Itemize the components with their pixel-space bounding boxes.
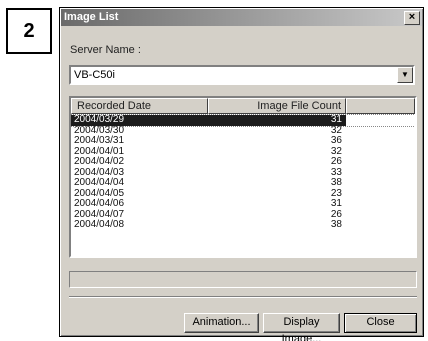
image-file-count-cell: 38	[330, 177, 342, 188]
column-header-image-file-count[interactable]: Image File Count	[208, 98, 346, 114]
recorded-date-cell: 2004/03/29	[71, 114, 208, 126]
recorded-date-cell: 2004/04/06	[74, 198, 125, 209]
list-item[interactable]: 2004/04/04 38	[71, 177, 415, 189]
server-name-select[interactable]: VB-C50i ▼	[69, 65, 415, 85]
image-file-count-cell: 33	[330, 166, 342, 178]
server-name-label: Server Name :	[70, 44, 141, 56]
recorded-date-cell: 2004/03/31	[74, 135, 125, 146]
progress-bar	[69, 271, 417, 288]
chevron-down-icon[interactable]: ▼	[397, 67, 413, 83]
recorded-date-cell: 2004/04/02	[74, 156, 125, 167]
list-item[interactable]: 2004/03/31 36	[71, 135, 415, 147]
separator	[69, 296, 417, 298]
column-header-blank[interactable]	[346, 98, 415, 114]
list-header: Recorded Date Image File Count	[71, 98, 415, 114]
list-item[interactable]: 2004/04/02 26	[71, 156, 415, 168]
list-item[interactable]: 2004/04/08 38	[71, 219, 415, 231]
image-file-count-cell: 23	[330, 187, 342, 199]
image-list-dialog: Image List × Server Name : VB-C50i ▼ Rec…	[59, 7, 424, 341]
image-file-count-cell: 26	[330, 208, 342, 220]
animation-button[interactable]: Animation...	[184, 313, 259, 333]
column-header-recorded-date[interactable]: Recorded Date	[71, 98, 208, 114]
recorded-date-list[interactable]: Recorded Date Image File Count 2004/03/2…	[69, 96, 417, 258]
image-file-count-cell: 32	[330, 124, 342, 136]
close-icon[interactable]: ×	[404, 11, 420, 25]
image-file-count-cell: 36	[330, 135, 342, 146]
image-file-count-cell: 26	[330, 156, 342, 167]
close-button[interactable]: Close	[344, 313, 417, 333]
recorded-date-cell: 2004/04/04	[74, 177, 125, 188]
image-file-count-cell: 31	[330, 198, 342, 209]
display-image-button[interactable]: Display Image...	[263, 313, 340, 341]
step-number-badge: 2	[6, 8, 52, 54]
list-item[interactable]: 2004/04/06 31	[71, 198, 415, 210]
image-file-count-cell: 38	[330, 219, 342, 230]
dialog-title: Image List	[64, 11, 119, 23]
server-name-value: VB-C50i	[74, 69, 115, 81]
image-file-count-cell: 32	[330, 145, 342, 157]
dialog-titlebar: Image List ×	[61, 9, 422, 26]
image-file-count-cell: 31	[208, 114, 346, 126]
recorded-date-cell: 2004/04/08	[74, 219, 125, 230]
list-rows: 2004/03/29 31 2004/03/30 32 2004/03/31 36 2004…	[71, 114, 415, 231]
list-item[interactable]: 2004/03/29 31	[71, 114, 415, 127]
